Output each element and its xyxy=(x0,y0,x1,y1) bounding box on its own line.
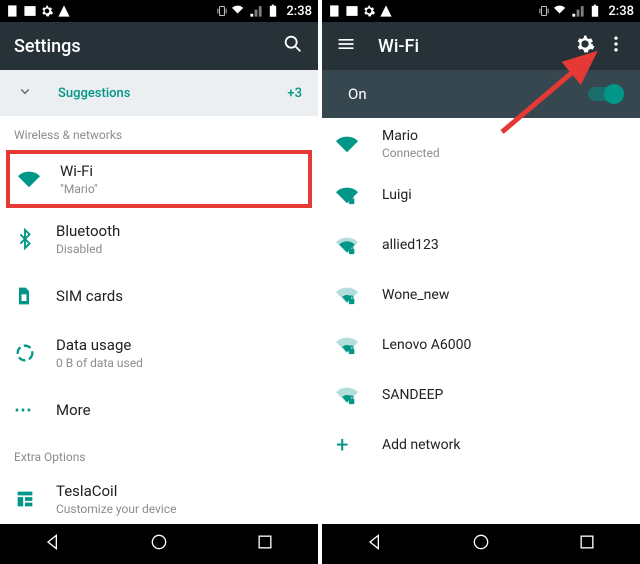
wifi-signal-icon xyxy=(336,334,382,356)
network-name: allied123 xyxy=(382,237,626,253)
wifi-title: Wi-Fi xyxy=(60,162,300,180)
wifi-switch[interactable] xyxy=(588,87,622,101)
bluetooth-row[interactable]: Bluetooth Disabled xyxy=(0,210,318,268)
suggestions-row[interactable]: Suggestions +3 xyxy=(0,70,318,116)
section-extra: Extra Options xyxy=(0,438,318,470)
nav-home[interactable] xyxy=(149,532,169,556)
battery-icon xyxy=(266,4,280,18)
search-button[interactable] xyxy=(282,33,304,59)
network-name: Mario xyxy=(382,128,626,144)
wifi-signal-icon xyxy=(336,384,382,406)
wifi-status-icon xyxy=(554,4,568,18)
nav-recent[interactable] xyxy=(577,532,597,556)
notif-icon xyxy=(328,4,342,18)
wifi-status-icon xyxy=(232,4,246,18)
warning-icon xyxy=(379,4,393,18)
gear-icon xyxy=(40,4,54,18)
tesla-sub: Customize your device xyxy=(56,502,304,516)
settings-gear-button[interactable] xyxy=(574,33,596,59)
chevron-down-icon xyxy=(16,82,34,104)
wifi-icon xyxy=(18,168,60,190)
network-name: Wone_new xyxy=(382,287,626,303)
overflow-button[interactable] xyxy=(606,34,626,58)
status-bar: 2:38 xyxy=(322,0,640,22)
settings-screen: 2:38 Settings Suggestions +3 Wireless & … xyxy=(0,0,318,564)
warning-icon xyxy=(57,4,71,18)
data-usage-row[interactable]: Data usage 0 B of data used xyxy=(0,324,318,382)
bluetooth-icon xyxy=(14,228,56,250)
wifi-toggle-bar: On xyxy=(322,70,640,118)
network-name: SANDEEP xyxy=(382,387,626,403)
data-sub: 0 B of data used xyxy=(56,356,304,370)
nav-bar xyxy=(322,524,640,564)
tesla-title: TeslaCoil xyxy=(56,482,304,500)
teslacoil-row[interactable]: TeslaCoil Customize your device xyxy=(0,470,318,524)
more-vert-icon xyxy=(606,34,626,54)
vibrate-icon xyxy=(537,4,551,18)
sim-title: SIM cards xyxy=(56,287,304,305)
wifi-screen: 2:38 Wi-Fi On Mario Connected Luigi allied1… xyxy=(322,0,640,564)
appbar-title: Wi-Fi xyxy=(378,36,564,57)
wifi-appbar: Wi-Fi xyxy=(322,22,640,70)
notif-icon xyxy=(6,4,20,18)
gear-icon xyxy=(574,33,596,55)
sim-icon xyxy=(14,286,56,306)
signal-icon xyxy=(571,4,585,18)
wifi-sub: "Mario" xyxy=(60,182,300,196)
plus-icon: + xyxy=(336,433,382,458)
add-network-label: Add network xyxy=(382,437,626,453)
appbar-title: Settings xyxy=(14,36,272,57)
wifi-signal-icon xyxy=(336,184,382,206)
clock: 2:38 xyxy=(608,4,634,19)
data-usage-icon xyxy=(14,342,56,364)
menu-button[interactable] xyxy=(336,34,356,58)
teslacoil-icon xyxy=(14,488,56,510)
nav-back[interactable] xyxy=(43,532,63,556)
network-name: Luigi xyxy=(382,187,626,203)
image-icon xyxy=(23,4,37,18)
nav-home[interactable] xyxy=(471,532,491,556)
wifi-on-label: On xyxy=(348,85,588,103)
vibrate-icon xyxy=(215,4,229,18)
wifi-signal-icon xyxy=(336,234,382,256)
network-row[interactable]: Wone_new xyxy=(322,270,640,320)
settings-appbar: Settings xyxy=(0,22,318,70)
network-name: Lenovo A6000 xyxy=(382,337,626,353)
signal-icon xyxy=(249,4,263,18)
more-icon: ⋯ xyxy=(14,400,56,421)
wifi-row[interactable]: Wi-Fi "Mario" xyxy=(6,150,312,208)
section-wireless: Wireless & networks xyxy=(0,116,318,148)
hamburger-icon xyxy=(336,34,356,54)
suggestions-label: Suggestions xyxy=(58,86,130,101)
wifi-signal-icon xyxy=(336,284,382,306)
network-row[interactable]: SANDEEP xyxy=(322,370,640,420)
more-title: More xyxy=(56,401,304,419)
nav-bar xyxy=(0,524,318,564)
bt-title: Bluetooth xyxy=(56,222,304,240)
search-icon xyxy=(282,33,304,55)
network-row[interactable]: Lenovo A6000 xyxy=(322,320,640,370)
add-network-row[interactable]: +Add network xyxy=(322,420,640,470)
network-row[interactable]: Luigi xyxy=(322,170,640,220)
bt-sub: Disabled xyxy=(56,242,304,256)
clock: 2:38 xyxy=(286,4,312,19)
wifi-signal-icon xyxy=(336,133,382,155)
network-row[interactable]: allied123 xyxy=(322,220,640,270)
suggestions-count: +3 xyxy=(287,86,302,101)
sim-row[interactable]: SIM cards xyxy=(0,268,318,324)
network-status: Connected xyxy=(382,146,626,160)
battery-icon xyxy=(588,4,602,18)
network-row[interactable]: Mario Connected xyxy=(322,118,640,170)
image-icon xyxy=(345,4,359,18)
nav-back[interactable] xyxy=(365,532,385,556)
nav-recent[interactable] xyxy=(255,532,275,556)
more-row[interactable]: ⋯ More xyxy=(0,382,318,438)
status-bar: 2:38 xyxy=(0,0,318,22)
gear-icon xyxy=(362,4,376,18)
data-title: Data usage xyxy=(56,336,304,354)
